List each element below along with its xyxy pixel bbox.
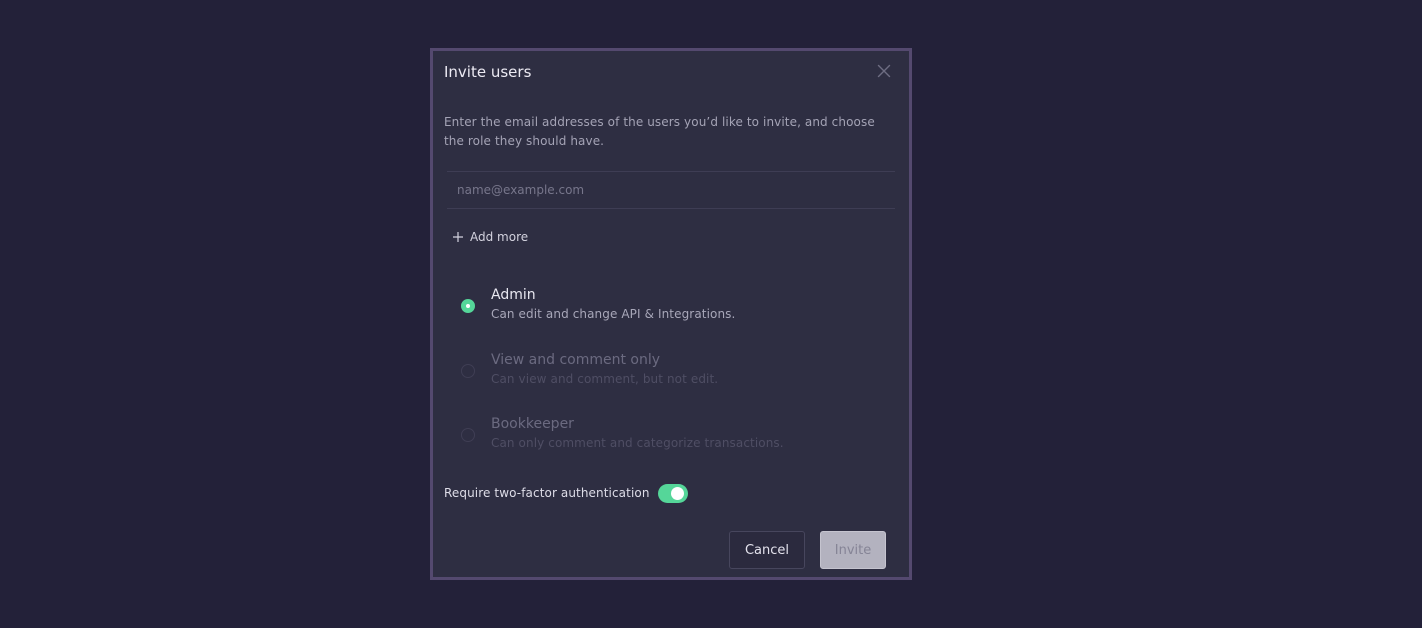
add-more-button[interactable]: Add more xyxy=(452,227,528,247)
role-title: Bookkeeper xyxy=(491,416,574,432)
role-title: Admin xyxy=(491,287,536,303)
role-option-admin[interactable]: Admin Can edit and change API & Integrat… xyxy=(455,287,885,331)
view-comment-radio[interactable] xyxy=(461,364,475,378)
invite-button[interactable]: Invite xyxy=(820,531,886,569)
close-button[interactable] xyxy=(874,61,894,81)
invite-users-dialog: Invite users Enter the email addresses o… xyxy=(430,48,912,580)
email-field[interactable] xyxy=(447,172,895,208)
role-description: Can only comment and categorize transact… xyxy=(491,436,784,450)
email-field-container xyxy=(447,171,895,209)
dialog-description: Enter the email addresses of the users y… xyxy=(444,115,875,148)
toggle-knob xyxy=(670,486,684,500)
two-factor-label: Require two-factor authentication xyxy=(444,486,650,500)
admin-radio[interactable] xyxy=(461,299,475,313)
role-title: View and comment only xyxy=(491,352,661,368)
cancel-button[interactable]: Cancel xyxy=(729,531,805,569)
bookkeeper-radio[interactable] xyxy=(461,428,475,442)
role-option-bookkeeper[interactable]: Bookkeeper Can only comment and categori… xyxy=(455,416,885,460)
two-factor-row: Require two-factor authentication xyxy=(444,481,688,505)
close-icon xyxy=(877,64,891,78)
role-description: Can view and comment, but not edit. xyxy=(491,372,719,386)
two-factor-toggle[interactable] xyxy=(657,483,688,503)
role-description: Can edit and change API & Integrations. xyxy=(491,307,736,321)
role-option-view-comment[interactable]: View and comment only Can view and comme… xyxy=(455,352,885,396)
dialog-title: Invite users xyxy=(444,63,532,81)
plus-icon xyxy=(453,232,463,242)
add-more-label: Add more xyxy=(470,230,529,244)
